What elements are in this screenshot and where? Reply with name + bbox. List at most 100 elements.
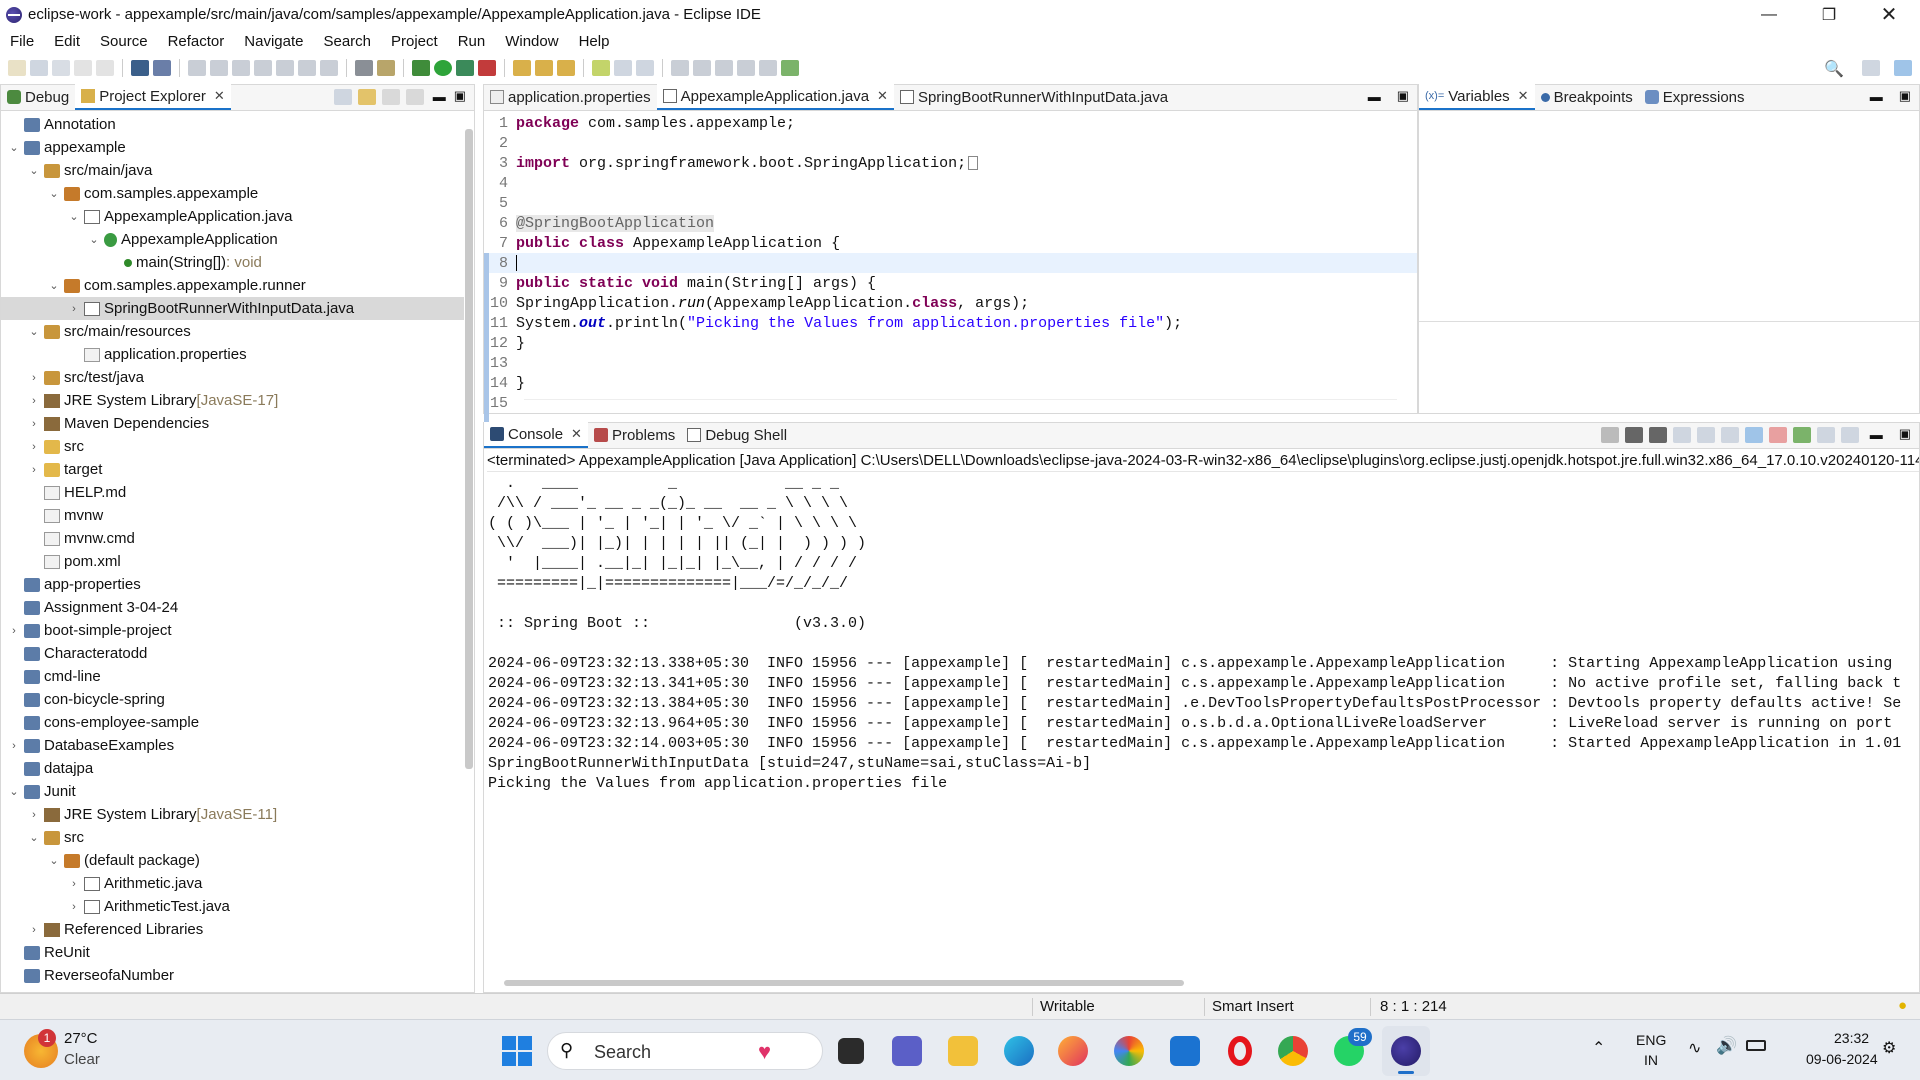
- chevron-down-icon[interactable]: ⌄: [47, 854, 61, 867]
- tree-item[interactable]: ⌄ AppexampleApplication: [1, 228, 464, 251]
- tab-variables[interactable]: (x)= Variables ✕: [1419, 84, 1535, 110]
- chevron-up-icon[interactable]: ⌃: [1592, 1038, 1605, 1058]
- tab-springboot-runner[interactable]: SpringBootRunnerWithInputData.java: [894, 84, 1174, 110]
- chevron-down-icon[interactable]: ⌄: [67, 210, 81, 223]
- chevron-down-icon[interactable]: ⌄: [27, 164, 41, 177]
- next-annotation-icon[interactable]: [671, 60, 689, 76]
- show-stdout-icon[interactable]: [1744, 427, 1763, 443]
- resume-icon[interactable]: [188, 60, 206, 76]
- task-view-icon[interactable]: [838, 1038, 864, 1064]
- open-type-icon[interactable]: [535, 60, 553, 76]
- menu-file[interactable]: File: [0, 33, 44, 50]
- chevron-right-icon[interactable]: ›: [27, 418, 41, 430]
- debug-icon[interactable]: [412, 60, 430, 76]
- chevron-right-icon[interactable]: ›: [27, 924, 41, 936]
- previous-annotation-icon[interactable]: [693, 60, 711, 76]
- disconnect-icon[interactable]: [254, 60, 272, 76]
- menu-source[interactable]: Source: [90, 33, 158, 50]
- battery-icon[interactable]: [1746, 1040, 1766, 1051]
- tree-item[interactable]: pom.xml: [1, 550, 464, 573]
- tab-debug-shell[interactable]: Debug Shell: [681, 422, 793, 448]
- taskbar-search-box[interactable]: ⚲ Search ♥: [547, 1032, 823, 1070]
- menu-search[interactable]: Search: [313, 33, 381, 50]
- tree-item[interactable]: datajpa: [1, 757, 464, 780]
- new-java-project-icon[interactable]: [513, 60, 531, 76]
- tree-item[interactable]: › Referenced Libraries: [1, 918, 464, 941]
- show-whitespace-icon[interactable]: [636, 60, 654, 76]
- chevron-right-icon[interactable]: ›: [67, 901, 81, 913]
- tree-item[interactable]: › JRE System Library [JavaSE-17]: [1, 389, 464, 412]
- chevron-down-icon[interactable]: ⌄: [7, 785, 21, 798]
- minimize-icon[interactable]: ▬: [433, 89, 446, 104]
- remove-launch-icon[interactable]: [1624, 427, 1643, 443]
- close-icon[interactable]: ✕: [1518, 88, 1529, 104]
- chevron-down-icon[interactable]: ⌄: [7, 141, 21, 154]
- terminal-icon[interactable]: [131, 60, 149, 76]
- collapse-all-icon[interactable]: [333, 89, 352, 105]
- menu-help[interactable]: Help: [569, 33, 620, 50]
- tree-item[interactable]: › ArithmeticTest.java: [1, 895, 464, 918]
- tree-item[interactable]: › JRE System Library [JavaSE-11]: [1, 803, 464, 826]
- pin-console-icon[interactable]: [1792, 427, 1811, 443]
- chevron-down-icon[interactable]: ⌄: [47, 187, 61, 200]
- tree-item[interactable]: › src: [1, 435, 464, 458]
- chevron-right-icon[interactable]: ›: [27, 464, 41, 476]
- firefox-icon[interactable]: [1058, 1036, 1088, 1066]
- chevron-right-icon[interactable]: ›: [27, 395, 41, 407]
- tree-item[interactable]: ⌄ appexample: [1, 136, 464, 159]
- mark-occurrences-icon[interactable]: [592, 60, 610, 76]
- tab-problems[interactable]: Problems: [588, 422, 681, 448]
- start-icon[interactable]: [502, 1036, 532, 1066]
- tree-item[interactable]: mvnw.cmd: [1, 527, 464, 550]
- suspend-icon[interactable]: [210, 60, 228, 76]
- clock-time[interactable]: 23:32: [1834, 1030, 1869, 1046]
- minimize-icon[interactable]: ▬: [1870, 427, 1883, 442]
- menu-project[interactable]: Project: [381, 33, 448, 50]
- coverage-icon[interactable]: [456, 60, 474, 76]
- maximize-icon[interactable]: ▣: [454, 88, 466, 104]
- maximize-icon[interactable]: ▣: [1899, 88, 1911, 104]
- tab-console[interactable]: Console ✕: [484, 422, 588, 448]
- open-console-icon[interactable]: [1840, 427, 1859, 443]
- tab-project-explorer[interactable]: Project Explorer ✕: [75, 84, 231, 110]
- step-into-icon[interactable]: [276, 60, 294, 76]
- colorful-app-icon[interactable]: [1114, 1036, 1144, 1066]
- console-output[interactable]: . ____ _ __ _ _ /\\ / ___'_ __ _ _(_)_ _…: [484, 475, 1903, 970]
- search-icon[interactable]: 🔍: [1824, 59, 1844, 79]
- chevron-right-icon[interactable]: ›: [27, 372, 41, 384]
- wifi-icon[interactable]: ∿: [1688, 1038, 1701, 1058]
- menu-window[interactable]: Window: [495, 33, 568, 50]
- editor-hscrollbar[interactable]: [524, 399, 1397, 407]
- view-menu-icon[interactable]: [405, 89, 424, 105]
- link-with-editor-icon[interactable]: [357, 89, 376, 105]
- tree-item[interactable]: ⌄ com.samples.appexample.runner: [1, 274, 464, 297]
- display-console-icon[interactable]: [1816, 427, 1835, 443]
- maximize-icon[interactable]: ▣: [1899, 426, 1911, 442]
- close-icon[interactable]: ✕: [571, 426, 582, 442]
- close-button[interactable]: ✕: [1861, 0, 1917, 29]
- tree-item[interactable]: › src/test/java: [1, 366, 464, 389]
- terminate-icon[interactable]: [1600, 427, 1619, 443]
- tree-item[interactable]: › Arithmetic.java: [1, 872, 464, 895]
- tree-item[interactable]: cons-employee-sample: [1, 711, 464, 734]
- minimize-button[interactable]: —: [1741, 0, 1797, 29]
- tree-item[interactable]: Assignment 3-04-24: [1, 596, 464, 619]
- tree-item[interactable]: ReverseofaNumber: [1, 964, 464, 987]
- pin-editor-icon[interactable]: [781, 60, 799, 76]
- tree-item[interactable]: application.properties: [1, 343, 464, 366]
- tree-item[interactable]: ⌄ src: [1, 826, 464, 849]
- lightbulb-icon[interactable]: ●: [1898, 997, 1907, 1014]
- tree-item[interactable]: › SpringBootRunnerWithInputData.java: [1, 297, 464, 320]
- new-icon[interactable]: [8, 60, 26, 76]
- restore-button[interactable]: ❐: [1801, 0, 1857, 29]
- tree-item[interactable]: › target: [1, 458, 464, 481]
- save-icon[interactable]: [30, 60, 48, 76]
- chrome-icon[interactable]: [1278, 1036, 1308, 1066]
- undo-icon[interactable]: [74, 60, 92, 76]
- teams-icon[interactable]: [892, 1036, 922, 1066]
- terminate-icon[interactable]: [232, 60, 250, 76]
- tree-item[interactable]: ⌄ src/main/java: [1, 159, 464, 182]
- tree-item[interactable]: ⌄ AppexampleApplication.java: [1, 205, 464, 228]
- minimize-icon[interactable]: ▬: [1368, 89, 1381, 104]
- word-wrap-icon[interactable]: [1720, 427, 1739, 443]
